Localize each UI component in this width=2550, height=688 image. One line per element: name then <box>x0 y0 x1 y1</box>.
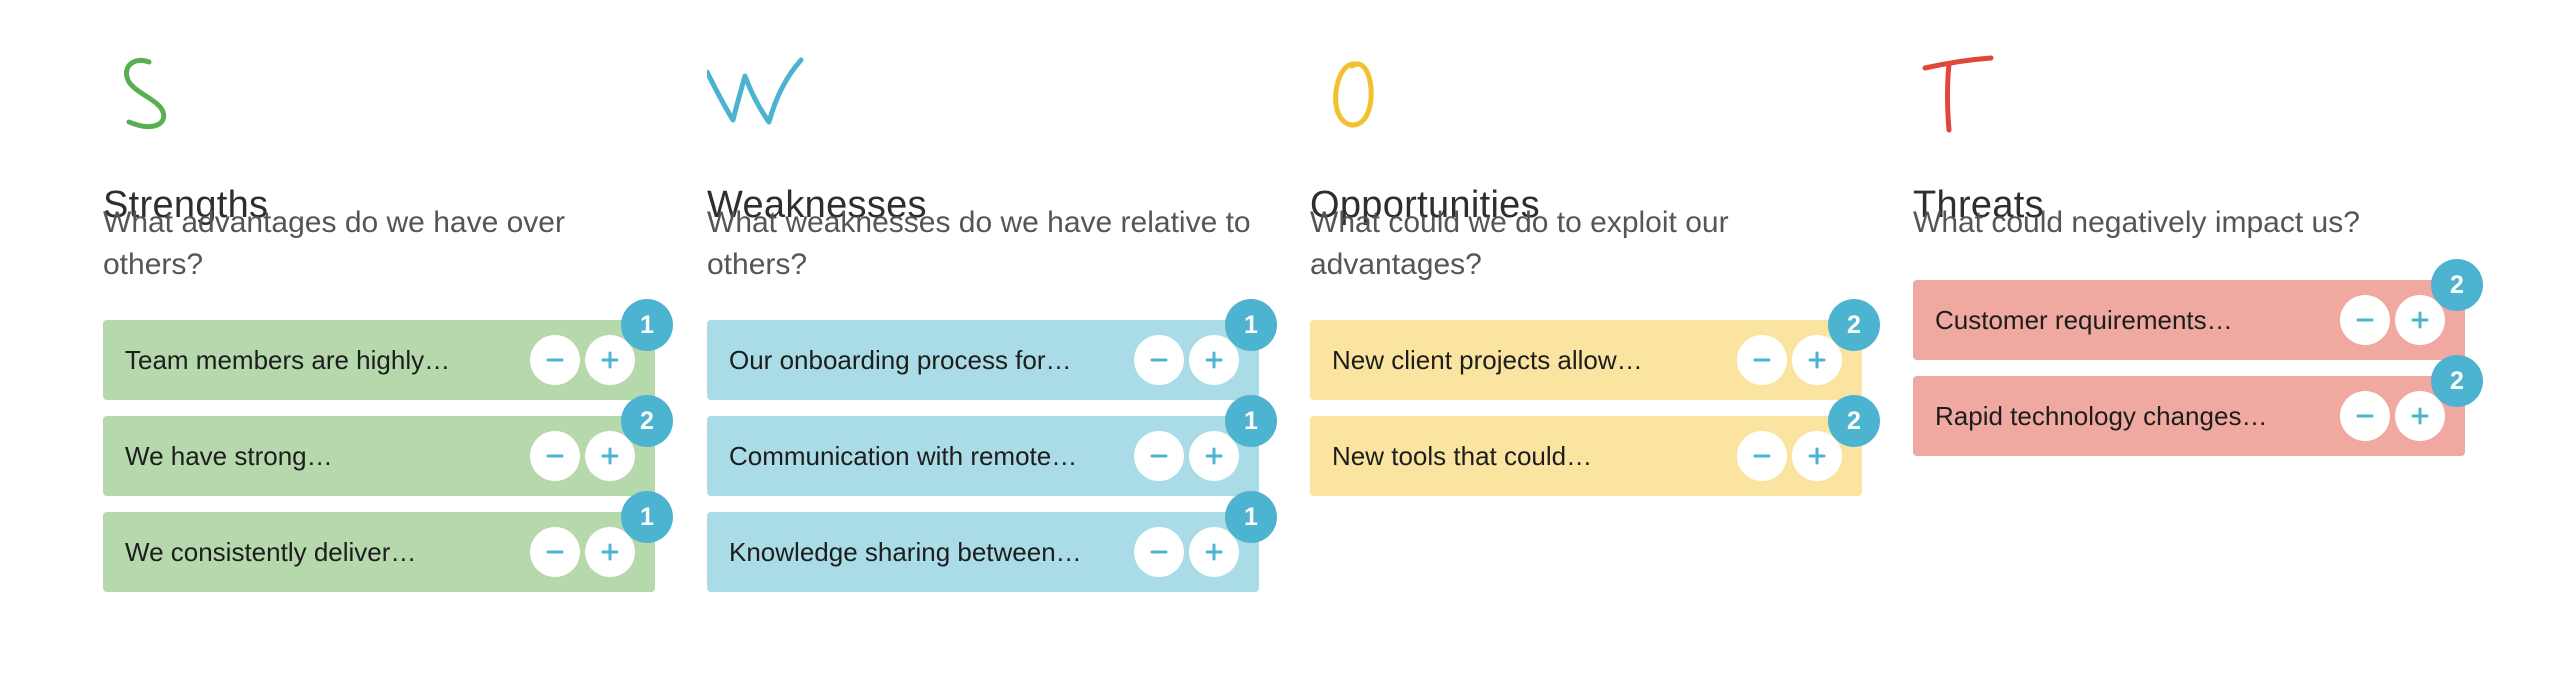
minus-icon <box>546 358 564 362</box>
card-text: Rapid technology changes… <box>1935 401 2268 431</box>
minus-icon <box>546 550 564 554</box>
card-item[interactable]: Rapid technology changes… 2 <box>1913 355 2483 456</box>
decrement-vote-button[interactable] <box>1134 527 1184 577</box>
card-text: We have strong… <box>125 441 333 471</box>
decrement-vote-button[interactable] <box>1737 431 1787 481</box>
card-text: Knowledge sharing between… <box>729 537 1082 567</box>
card-item[interactable]: Communication with remote… 1 <box>707 395 1277 496</box>
decrement-vote-button[interactable] <box>2340 295 2390 345</box>
vote-count-badge: 2 <box>1828 395 1880 447</box>
vote-count-badge: 1 <box>621 491 673 543</box>
card-text: Communication with remote… <box>729 441 1078 471</box>
decrement-vote-button[interactable] <box>530 335 580 385</box>
card-item[interactable]: New tools that could… 2 <box>1310 395 1880 496</box>
card-item[interactable]: Knowledge sharing between… 1 <box>707 491 1277 592</box>
letter-o-icon <box>1310 50 1420 142</box>
letter-s-icon <box>103 50 213 142</box>
vote-count-badge: 2 <box>2431 355 2483 407</box>
minus-icon <box>1150 454 1168 458</box>
vote-count-badge: 2 <box>621 395 673 447</box>
card-text: We consistently deliver… <box>125 537 417 567</box>
vote-count-badge: 2 <box>2431 259 2483 311</box>
vote-count-badge: 1 <box>621 299 673 351</box>
card-text: Team members are highly… <box>125 345 451 375</box>
decrement-vote-button[interactable] <box>530 431 580 481</box>
minus-icon <box>546 454 564 458</box>
card-text: New client projects allow… <box>1332 345 1643 375</box>
decrement-vote-button[interactable] <box>1134 335 1184 385</box>
decrement-vote-button[interactable] <box>1134 431 1184 481</box>
minus-icon <box>2356 318 2374 322</box>
decrement-vote-button[interactable] <box>2340 391 2390 441</box>
decrement-vote-button[interactable] <box>1737 335 1787 385</box>
card-item[interactable]: We consistently deliver… 1 <box>103 491 673 592</box>
column-question: What could negatively impact us? <box>1913 206 2360 239</box>
column-question: What advantages do we have over others? <box>103 206 565 281</box>
minus-icon <box>1753 454 1771 458</box>
column-question: What weaknesses do we have relative to o… <box>707 206 1251 281</box>
column-question: What could we do to exploit our advantag… <box>1310 206 1729 281</box>
minus-icon <box>1150 550 1168 554</box>
card-item[interactable]: New client projects allow… 2 <box>1310 299 1880 400</box>
vote-count-badge: 1 <box>1225 299 1277 351</box>
decrement-vote-button[interactable] <box>530 527 580 577</box>
vote-count-badge: 1 <box>1225 491 1277 543</box>
vote-count-badge: 2 <box>1828 299 1880 351</box>
handwritten-w-icon <box>707 57 804 125</box>
card-item[interactable]: Team members are highly… 1 <box>103 299 673 400</box>
vote-count-badge: 1 <box>1225 395 1277 447</box>
card-item[interactable]: Customer requirements… 2 <box>1913 259 2483 360</box>
swot-board: Strengths What advantages do we have ove… <box>0 0 2550 688</box>
card-text: New tools that could… <box>1332 441 1593 471</box>
handwritten-s-icon <box>124 58 167 129</box>
letter-w-icon <box>707 50 817 142</box>
minus-icon <box>1150 358 1168 362</box>
card-item[interactable]: We have strong… 2 <box>103 395 673 496</box>
card-text: Customer requirements… <box>1935 305 2233 335</box>
minus-icon <box>2356 414 2374 418</box>
minus-icon <box>1753 358 1771 362</box>
handwritten-t-icon <box>1922 55 1994 133</box>
handwritten-o-icon <box>1333 61 1374 128</box>
card-item[interactable]: Our onboarding process for… 1 <box>707 299 1277 400</box>
card-text: Our onboarding process for… <box>729 345 1072 375</box>
letter-t-icon <box>1913 50 2023 142</box>
